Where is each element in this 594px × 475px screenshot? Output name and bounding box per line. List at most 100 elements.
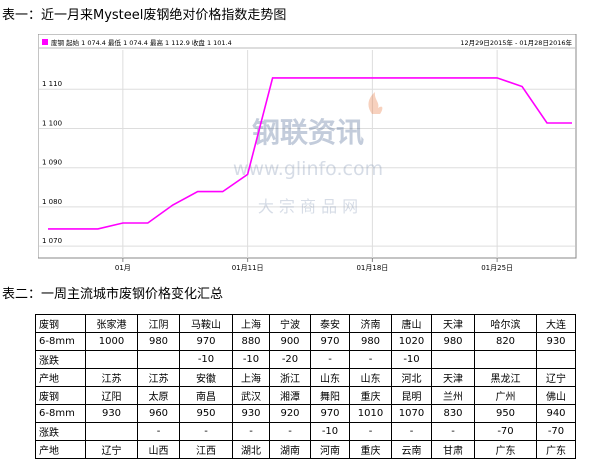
table-cell: 980 (349, 332, 392, 351)
table-cell: 湖南 (269, 440, 311, 459)
table-cell: 张家港 (85, 314, 138, 333)
table-cell: - (232, 422, 270, 441)
table-cell: -10 (179, 350, 233, 369)
table-cell: 舞阳 (310, 386, 350, 405)
table-cell (474, 350, 537, 369)
table-cell: 宁波 (269, 314, 311, 333)
table-row: 废钢 辽阳 太原 南昌 武汉 湘潭 舞阳 重庆 昆明 兰州 广州 佛山 (35, 386, 576, 405)
table-cell: 哈尔滨 (474, 314, 537, 333)
table-cell: 930 (536, 332, 576, 351)
table-cell: 920 (269, 404, 311, 423)
table-cell: - (179, 422, 233, 441)
table-cell: - (269, 422, 311, 441)
table-cell: 天津 (431, 368, 475, 387)
table-cell: 950 (474, 404, 537, 423)
x-axis-ticks: 01月 01月11日 01月18日 01月25日 (115, 258, 513, 272)
row-label-cell: 废钢 (35, 386, 86, 405)
table-cell: 1070 (391, 404, 432, 423)
table-cell: 山东 (310, 368, 350, 387)
table-cell: -10 (391, 350, 432, 369)
x-tick-label: 01月 (115, 264, 131, 272)
table-cell: 广东 (536, 440, 576, 459)
table-cell: 昆明 (391, 386, 432, 405)
table-cell: 湖北 (232, 440, 270, 459)
row-label-cell: 6-8mm (35, 332, 86, 351)
table-cell: 安徽 (179, 368, 233, 387)
table-cell: - (349, 422, 392, 441)
table-cell: 辽宁 (536, 368, 576, 387)
x-tick-label: 01月11日 (232, 264, 264, 272)
table-cell: 830 (431, 404, 475, 423)
table-cell (536, 350, 576, 369)
table-cell: - (431, 422, 475, 441)
table-row: 涨跌 - - - - -10- - - -70 -70 (35, 422, 576, 441)
price-table: 废钢 张家港 江阴 马鞍山 上海 宁波 泰安 济南 唐山 天津 哈尔滨 大连 6-8mm 1000 980 9… (35, 314, 576, 459)
watermark-logo-text: 钢联资讯 (252, 116, 364, 149)
table-cell: 江苏 (85, 368, 138, 387)
row-label-cell: 产地 (35, 440, 86, 459)
table-cell: 佛山 (536, 386, 576, 405)
table-cell: 960 (137, 404, 180, 423)
table-cell: 广东 (474, 440, 537, 459)
table-cell: -20 (269, 350, 311, 369)
table-cell: 880 (232, 332, 270, 351)
table-cell: 930 (85, 404, 138, 423)
table-cell: 上海 (232, 314, 270, 333)
chart-heading: 表一：近一月来Mysteel废钢绝对价格指数走势图 (2, 8, 287, 23)
table-cell: 广州 (474, 386, 537, 405)
table-cell: 山东 (349, 368, 392, 387)
table-cell: 970 (179, 332, 233, 351)
table-cell: 江苏 (137, 368, 180, 387)
table-cell: - (349, 350, 392, 369)
table-cell: - (391, 422, 432, 441)
x-tick-label: 01月18日 (356, 264, 388, 272)
y-tick-label: 1 070 (42, 237, 62, 245)
table-cell: 湘潭 (269, 386, 311, 405)
table-row: 涨跌 -10 -10 -20- - -10 (35, 350, 576, 369)
table-cell: 重庆 (349, 440, 392, 459)
table-cell: 950 (179, 404, 233, 423)
row-label-cell: 废钢 (35, 314, 86, 333)
table-cell: 唐山 (391, 314, 432, 333)
price-index-chart: 废钢 起始 1 074.4 最低 1 074.4 最高 1 112.9 收盘 1… (38, 34, 577, 272)
table-cell: 1020 (391, 332, 432, 351)
table-row: 产地 辽宁 山西 江西 湖北 湖南 河南 重庆 云南 甘肃 广东 广东 (35, 440, 576, 459)
table-cell: 江阴 (137, 314, 180, 333)
table-row: 废钢 张家港 江阴 马鞍山 上海 宁波 泰安 济南 唐山 天津 哈尔滨 大连 (35, 314, 576, 333)
table-cell: 泰安 (310, 314, 350, 333)
table-cell: -10 (232, 350, 270, 369)
table-heading: 表二：一周主流城市废钢价格变化汇总 (2, 287, 224, 302)
table-cell: 江西 (179, 440, 233, 459)
y-tick-label: 1 100 (42, 119, 62, 127)
table-cell: 天津 (431, 314, 475, 333)
table-cell: -70 (536, 422, 576, 441)
table-cell (85, 350, 138, 369)
row-label-cell: 涨跌 (35, 350, 86, 369)
x-tick-label: 01月25日 (481, 264, 513, 272)
y-tick-label: 1 110 (42, 80, 62, 88)
table-cell: 940 (536, 404, 576, 423)
table-cell: 大连 (536, 314, 576, 333)
legend-text: 废钢 起始 1 074.4 最低 1 074.4 最高 1 112.9 收盘 1… (51, 38, 232, 47)
table-cell: 上海 (232, 368, 270, 387)
table-cell: 970 (310, 332, 350, 351)
table-cell: 900 (269, 332, 311, 351)
table-cell (431, 350, 475, 369)
y-tick-label: 1 090 (42, 159, 62, 167)
table-cell: - (310, 350, 350, 369)
table-row: 产地 江苏 江苏 安徽 上海 浙江 山东 山东 河北 天津 黑龙江 辽宁 (35, 368, 576, 387)
table-cell: 重庆 (349, 386, 392, 405)
watermark-url: www.glinfo.com (233, 158, 383, 180)
table-cell: -10 (310, 422, 350, 441)
table-cell (85, 422, 138, 441)
table-cell: 南昌 (179, 386, 233, 405)
table-cell: 辽宁 (85, 440, 138, 459)
table-cell: 浙江 (269, 368, 311, 387)
table-cell: -70 (474, 422, 537, 441)
table-cell: 黑龙江 (474, 368, 537, 387)
table-cell: 甘肃 (431, 440, 475, 459)
table-cell: 太原 (137, 386, 180, 405)
table-cell: 济南 (349, 314, 392, 333)
table-cell: 兰州 (431, 386, 475, 405)
table-cell: 970 (310, 404, 350, 423)
